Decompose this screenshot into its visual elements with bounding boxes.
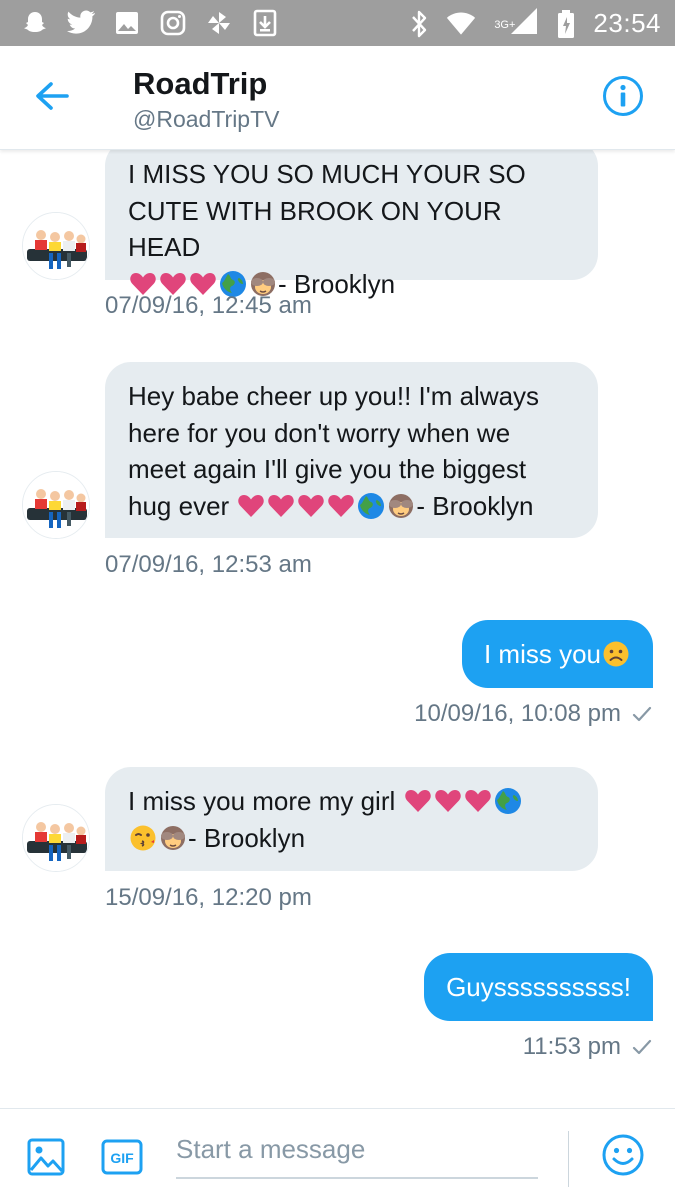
wifi-icon: [446, 9, 476, 39]
notification-icons: [20, 8, 280, 38]
mobile-signal: 3G+: [488, 6, 539, 41]
message-status: 11:53 pm: [523, 1033, 653, 1061]
heart-icon: [238, 494, 265, 517]
instagram-icon: [158, 8, 188, 38]
add-media-button[interactable]: [26, 1137, 66, 1177]
heart-icon: [434, 790, 461, 812]
smiley-icon: [601, 1134, 645, 1181]
gif-button[interactable]: GIF: [101, 1137, 143, 1177]
message-composer: GIF: [0, 1108, 675, 1200]
status-bar: 3G+ 23:54: [0, 0, 675, 46]
snapchat-icon: [20, 8, 50, 38]
message-timestamp: 10/09/16, 10:08 pm: [414, 700, 621, 727]
conversation-title: RoadTrip: [133, 66, 268, 101]
system-indicators: 3G+ 23:54: [404, 6, 661, 41]
network-type: 3G+: [494, 19, 516, 31]
image-icon: [26, 1138, 66, 1181]
message-text-line: I MISS YOU SO MUCH YOUR SO: [128, 159, 526, 189]
heart-icon: [268, 494, 295, 517]
battery-icon: [551, 9, 581, 39]
frowning-face-icon: [603, 641, 629, 667]
message-text-segment: I miss you more my girl: [128, 786, 396, 816]
conversation-header: RoadTrip @RoadTripTV: [0, 46, 675, 150]
globe-icon: [494, 788, 521, 814]
heart-icon: [404, 790, 431, 812]
message-signature: - Brooklyn: [188, 822, 306, 853]
kissing-wink-icon: [130, 825, 156, 850]
avatar[interactable]: [22, 212, 90, 280]
bluetooth-icon: [404, 9, 434, 39]
back-button[interactable]: [30, 76, 74, 120]
see-no-evil-icon: [389, 493, 414, 518]
sent-check-icon: [632, 706, 652, 722]
message-list[interactable]: I MISS YOU SO MUCH YOUR SO CUTE WITH BRO…: [0, 150, 675, 1108]
twitter-icon: [66, 8, 96, 38]
message-bubble-incoming[interactable]: I miss you more my girl - Brooklyn: [105, 767, 598, 871]
message-bubble-incoming[interactable]: I MISS YOU SO MUCH YOUR SO CUTE WITH BRO…: [105, 150, 598, 299]
gallery-icon: [112, 8, 142, 38]
globe-icon: [358, 492, 385, 519]
pinwheel-icon: [204, 8, 234, 38]
message-signature: - Brooklyn: [416, 490, 534, 521]
message-timestamp: 15/09/16, 12:20 pm: [105, 884, 312, 911]
gif-icon: GIF: [101, 1139, 143, 1175]
info-button[interactable]: [601, 75, 645, 122]
message-status: 10/09/16, 10:08 pm: [414, 700, 653, 728]
sent-check-icon: [632, 1039, 652, 1055]
gif-label: GIF: [110, 1150, 134, 1166]
message-emoji-line: - Brooklyn: [128, 820, 578, 857]
message-text-segment: hug ever: [128, 490, 230, 521]
message-text-line: Hey babe cheer up you!! I'm always: [128, 381, 540, 411]
message-text-line: I miss you more my girl: [128, 783, 578, 820]
message-emoji-line: hug ever - Brooklyn: [128, 488, 578, 525]
avatar[interactable]: [22, 471, 90, 539]
heart-icon: [328, 494, 355, 517]
emoji-button[interactable]: [601, 1133, 645, 1177]
see-no-evil-icon: [161, 825, 185, 850]
clock: 23:54: [593, 8, 661, 38]
message-timestamp: 07/09/16, 12:45 am: [105, 292, 312, 319]
message-input[interactable]: [176, 1121, 538, 1179]
conversation-handle: @RoadTripTV: [133, 106, 280, 132]
message-text: I miss you: [483, 639, 601, 669]
download-icon: [250, 8, 280, 38]
message-text-line: CUTE WITH BROOK ON YOUR HEAD: [128, 195, 502, 263]
message-bubble-incoming[interactable]: Hey babe cheer up you!! I'm always here …: [105, 362, 598, 538]
message-timestamp: 11:53 pm: [522, 1033, 621, 1060]
message-timestamp: 07/09/16, 12:53 am: [105, 551, 312, 578]
arrow-left-icon: [34, 81, 70, 116]
message-bubble-outgoing[interactable]: I miss you: [461, 620, 653, 688]
heart-icon: [464, 790, 491, 812]
message-text: Guyssssssssss!: [446, 972, 631, 1002]
message-text-line: meet again I'll give you the biggest: [128, 454, 527, 484]
info-circle-icon: [602, 75, 644, 122]
heart-icon: [298, 494, 325, 517]
composer-divider: [568, 1131, 569, 1187]
message-text-line: here for you don't worry when we: [128, 417, 511, 448]
avatar[interactable]: [22, 804, 90, 872]
message-bubble-outgoing[interactable]: Guyssssssssss!: [424, 953, 653, 1021]
